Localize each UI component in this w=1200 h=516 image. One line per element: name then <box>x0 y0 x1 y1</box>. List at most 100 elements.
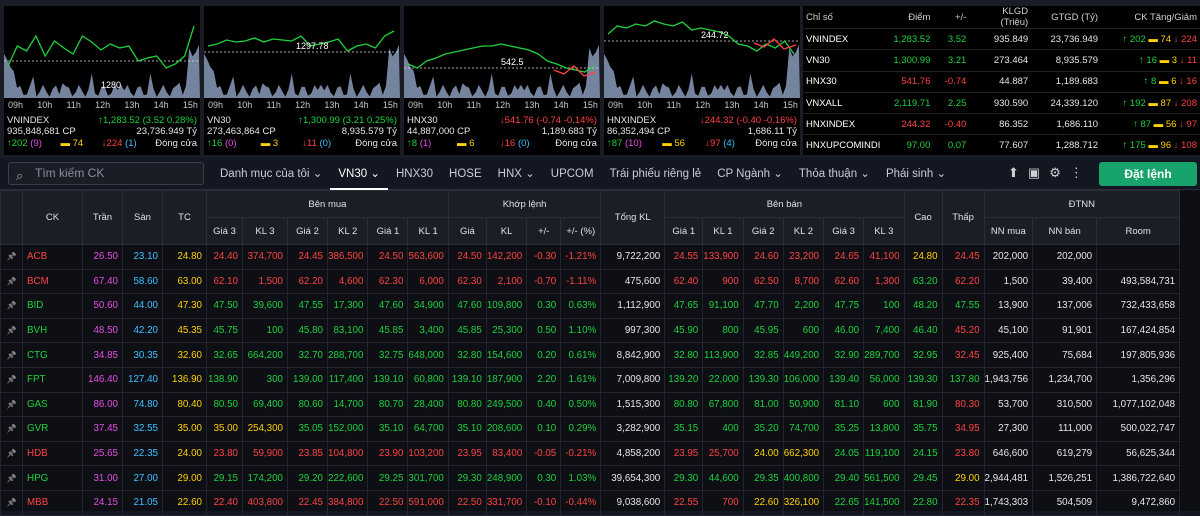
board-header-groups: CK Trần Sàn TC Bên mua Khớp lệnh Tổng KL Bên bá… <box>0 190 1181 245</box>
volume-cell: 25,700 <box>702 440 744 467</box>
index-volume: 273,463,864 CP <box>207 126 276 137</box>
index-panel-vnindex[interactable]: 1280 09h 10h 11h 12h 13h 14h 15h VNINDEX ↑1,283.5… <box>4 6 200 155</box>
index-row[interactable]: HNXINDEX 244.32 -0.40 86.352 1,686.110 ↑ 87 ▬… <box>803 113 1200 135</box>
price-cell: 24.65 <box>823 244 865 270</box>
time-tick: 15h <box>582 100 598 110</box>
index-row[interactable]: VNINDEX 1,283.52 3.52 935.849 23,736.949 ↑ 20… <box>803 27 1200 50</box>
index-row[interactable]: HNXUPCOMINDI 97.00 0.07 77.607 1,288.712 ↑ 17… <box>803 134 1200 157</box>
symbol-cell: CTG <box>22 342 83 368</box>
tab-7[interactable]: CP Ngành ⌄ <box>709 158 791 190</box>
volume-cell: 400,800 <box>782 465 825 491</box>
table-row[interactable]: 📌 HDB 25.65 22.35 24.00 23.80 59,900 23.85 104,8… <box>0 440 1181 467</box>
price-cell: 29.00 <box>941 465 985 491</box>
change-cell: -0.44% <box>560 489 602 516</box>
tab-8[interactable]: Thỏa thuận ⌄ <box>791 158 878 190</box>
index-panel-hnx30[interactable]: 542.5 09h 10h 11h 12h 13h 14h 15h HNX30 ↓541.76 (… <box>404 6 600 155</box>
volume-cell: 600 <box>863 391 905 418</box>
pin-icon[interactable]: 📌 <box>0 465 23 491</box>
gear-icon[interactable]: ⚙ <box>1049 165 1061 181</box>
time-tick: 14h <box>153 100 169 110</box>
index-row[interactable]: VNXALL 2,119.71 2.25 930.590 24,339.120 ↑ 192… <box>803 91 1200 114</box>
pin-icon[interactable]: 📌 <box>0 268 23 295</box>
pin-icon[interactable]: 📌 <box>0 317 23 344</box>
floor-cell: 44.00 <box>122 293 163 319</box>
symbol-cell: GVR <box>22 416 83 442</box>
index-row[interactable]: VN30 1,300.99 3.21 273.464 8,935.579 ↑ 16 ▬ 3… <box>803 49 1200 72</box>
table-row[interactable]: 📌 ACB 26.50 23.10 24.80 24.40 374,700 24.45 386,… <box>0 244 1181 270</box>
price-cell: 80.70 <box>367 391 409 418</box>
place-order-button[interactable]: Đặt lệnh <box>1099 162 1197 186</box>
pin-icon[interactable]: 📌 <box>0 366 23 393</box>
price-cell: 24.45 <box>287 244 328 270</box>
tab-9[interactable]: Phái sinh ⌄ <box>878 158 954 190</box>
pin-icon[interactable]: 📌 <box>0 391 23 418</box>
panel-row-3: ↑87 (10) ▬ 56 ↓97 (4) Đóng cửa <box>607 138 797 149</box>
pin-icon[interactable]: 📌 <box>0 342 23 368</box>
tab-label: HNX <box>497 168 522 180</box>
value-cell: 1,943,756 <box>983 366 1034 393</box>
tab-5[interactable]: UPCOM <box>543 158 602 190</box>
index-value: 24,339.120 <box>1031 91 1102 114</box>
value-cell: 500,022,747 <box>1096 416 1181 442</box>
time-tick: 11h <box>466 100 481 110</box>
table-row[interactable]: 📌 GAS 86.00 74.80 80.40 80.50 69,400 80.60 14,70… <box>0 391 1181 418</box>
time-tick: 13h <box>324 100 340 110</box>
ceiling-cell: 25.65 <box>82 440 123 467</box>
table-row[interactable]: 📌 HPG 31.00 27.00 29.00 29.15 174,200 29.20 222,… <box>0 465 1181 491</box>
index-panel-vn30[interactable]: 1297.78 09h 10h 11h 12h 13h 14h 15h VN30 ↑1,300.9… <box>204 6 400 155</box>
value-cell: 1,500 <box>983 268 1034 295</box>
more-icon[interactable]: ⋮ <box>1070 165 1083 181</box>
tab-2[interactable]: HNX30 <box>388 158 441 190</box>
price-cell: 45.85 <box>367 317 409 344</box>
table-row[interactable]: 📌 BVH 48.50 42.20 45.35 45.75 100 45.80 83,100 45… <box>0 317 1181 344</box>
unch-value: 74 <box>1160 33 1172 45</box>
volume-cell: 561,500 <box>863 465 905 491</box>
tab-4[interactable]: HNX ⌄ <box>490 158 543 190</box>
index-row[interactable]: HNX30 541.76 -0.74 44.887 1,189.683 ↑ 8 ▬ 6 ↓… <box>803 70 1200 93</box>
volume-cell: 60,800 <box>407 366 449 393</box>
panel-row-2: 86,352,494 CP 1,686.11 Tỷ <box>607 126 797 137</box>
advancers: ↑87 (10) <box>607 138 642 149</box>
tab-1[interactable]: VN30 ⌄ <box>330 158 388 190</box>
search-input[interactable]: ⌕ Tìm kiếm CK <box>8 162 204 185</box>
price-cell: 29.35 <box>742 465 784 491</box>
volume-cell: 104,800 <box>326 440 369 467</box>
pin-icon[interactable]: 📌 <box>0 440 23 467</box>
col-header: NN bán <box>1032 217 1098 245</box>
tab-label: UPCOM <box>550 168 594 180</box>
price-cell: 32.45 <box>941 342 985 368</box>
index-name: VNINDEX <box>803 27 884 50</box>
table-row[interactable]: 📌 GVR 37.45 32.55 35.00 35.00 254,300 35.05 152,… <box>0 416 1181 442</box>
excel-icon[interactable]: ▣ <box>1028 165 1040 181</box>
tab-0[interactable]: Danh mục của tôi ⌄ <box>212 158 330 190</box>
price-cell: 63.20 <box>903 268 943 295</box>
table-row[interactable]: 📌 BCM 67.40 58.60 63.00 62.10 1,500 62.20 4,600 6… <box>0 268 1181 295</box>
volume-cell: 83,100 <box>326 317 369 344</box>
tab-6[interactable]: Trái phiếu riêng lẻ <box>602 158 710 190</box>
volume-cell: 142,200 <box>485 244 528 270</box>
pin-icon[interactable]: 📌 <box>0 416 23 442</box>
value-cell: 202,000 <box>983 244 1034 270</box>
volume-cell: 700 <box>702 489 744 516</box>
value-cell: 9,722,200 <box>600 244 666 270</box>
table-row[interactable]: 📌 CTG 34.85 30.35 32.60 32.65 664,200 32.70 288,… <box>0 342 1181 368</box>
table-row[interactable]: 📌 FPT 146.40 127.40 136.90 138.90 300 139.00 117… <box>0 366 1181 393</box>
index-panel-hnxindex[interactable]: 244.72 09h 10h 11h 12h 13h 14h 15h HNXINDEX ↓244.… <box>604 6 800 155</box>
upload-icon[interactable]: ⬆ <box>1008 165 1019 181</box>
time-tick: 15h <box>782 100 798 110</box>
pin-icon[interactable]: 📌 <box>0 489 23 516</box>
pin-icon[interactable]: 📌 <box>0 244 23 270</box>
reference-cell: 22.60 <box>162 489 207 516</box>
pin-icon[interactable]: 📌 <box>0 293 23 319</box>
index-header-cell: KLGD (Triệu) <box>1000 6 1029 28</box>
value-cell: 3,282,900 <box>600 416 666 442</box>
price-cell: 35.10 <box>447 416 487 442</box>
value-cell <box>1096 244 1181 270</box>
table-row[interactable]: 📌 MBB 24.15 21.05 22.60 22.40 403,800 22.45 384,… <box>0 489 1181 516</box>
tab-3[interactable]: HOSE <box>441 158 490 190</box>
table-row[interactable]: 📌 BID 50.60 44.00 47.30 47.50 39,600 47.55 17,30… <box>0 293 1181 319</box>
time-tick: 11h <box>66 100 81 110</box>
price-cell: 81.90 <box>903 391 943 418</box>
price-cell: 32.65 <box>206 342 243 368</box>
chevron-down-icon: ⌄ <box>857 168 870 180</box>
